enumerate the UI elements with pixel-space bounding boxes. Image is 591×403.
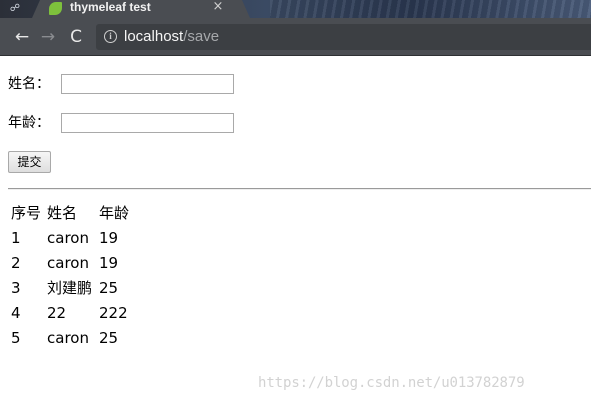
window-background-art bbox=[270, 0, 591, 18]
table-header-row: 序号 姓名 年龄 bbox=[8, 201, 132, 226]
name-input[interactable] bbox=[61, 74, 234, 94]
url-text[interactable]: localhost/save bbox=[124, 24, 219, 50]
info-icon[interactable]: i bbox=[104, 30, 117, 43]
name-label: 姓名： bbox=[8, 76, 50, 92]
cell-age: 19 bbox=[99, 229, 119, 247]
browser-tab[interactable]: thymeleaf test × bbox=[32, 0, 250, 18]
table-row: 4 22 222 bbox=[8, 301, 132, 326]
table-row: 3 刘建鹏 25 bbox=[8, 276, 132, 301]
header-name: 姓名 bbox=[47, 204, 78, 222]
cell-index: 1 bbox=[11, 229, 21, 247]
cell-name: caron bbox=[47, 329, 89, 347]
cell-name: caron bbox=[47, 229, 89, 247]
cell-name: caron bbox=[47, 254, 89, 272]
cell-age: 19 bbox=[99, 254, 119, 272]
leaf-icon bbox=[49, 2, 62, 15]
cell-age: 25 bbox=[99, 329, 119, 347]
table-row: 5 caron 25 bbox=[8, 326, 132, 351]
reload-icon[interactable]: C bbox=[64, 26, 88, 48]
close-icon[interactable]: × bbox=[211, 0, 225, 16]
age-input[interactable] bbox=[61, 113, 234, 133]
watermark: https://blog.csdn.net/u013782879 bbox=[258, 375, 525, 391]
cell-index: 5 bbox=[11, 329, 21, 347]
cell-age: 222 bbox=[99, 304, 128, 322]
cell-age: 25 bbox=[99, 279, 119, 297]
tab-title: thymeleaf test bbox=[70, 0, 151, 14]
cell-index: 4 bbox=[11, 304, 21, 322]
page-content: 姓名： 年龄： 提交 序号 姓名 年龄 1 caron 19 2 caron 1… bbox=[0, 57, 591, 403]
cell-name: 22 bbox=[47, 304, 67, 322]
people-table: 序号 姓名 年龄 1 caron 19 2 caron 19 3 刘建鹏 25 bbox=[8, 201, 132, 351]
browser-toolbar: ← → C i localhost/save bbox=[0, 18, 591, 56]
age-label: 年龄： bbox=[8, 115, 50, 131]
header-index: 序号 bbox=[11, 204, 42, 222]
cell-index: 3 bbox=[11, 279, 21, 297]
table-row: 2 caron 19 bbox=[8, 251, 132, 276]
back-arrow-icon[interactable]: ← bbox=[10, 26, 34, 48]
divider bbox=[8, 188, 591, 190]
profile-switcher-icon[interactable]: ☍ bbox=[2, 1, 28, 17]
address-bar[interactable]: i localhost/save bbox=[96, 24, 591, 50]
tab-strip: ☍ thymeleaf test × bbox=[0, 0, 591, 18]
forward-arrow-icon[interactable]: → bbox=[36, 26, 60, 48]
cell-name: 刘建鹏 bbox=[47, 279, 93, 297]
cell-index: 2 bbox=[11, 254, 21, 272]
name-row: 姓名： bbox=[8, 73, 234, 95]
table-row: 1 caron 19 bbox=[8, 226, 132, 251]
url-host: localhost bbox=[124, 28, 184, 45]
age-row: 年龄： bbox=[8, 112, 234, 134]
submit-button[interactable]: 提交 bbox=[8, 151, 51, 173]
url-path: /save bbox=[183, 28, 220, 45]
header-age: 年龄 bbox=[99, 204, 130, 222]
